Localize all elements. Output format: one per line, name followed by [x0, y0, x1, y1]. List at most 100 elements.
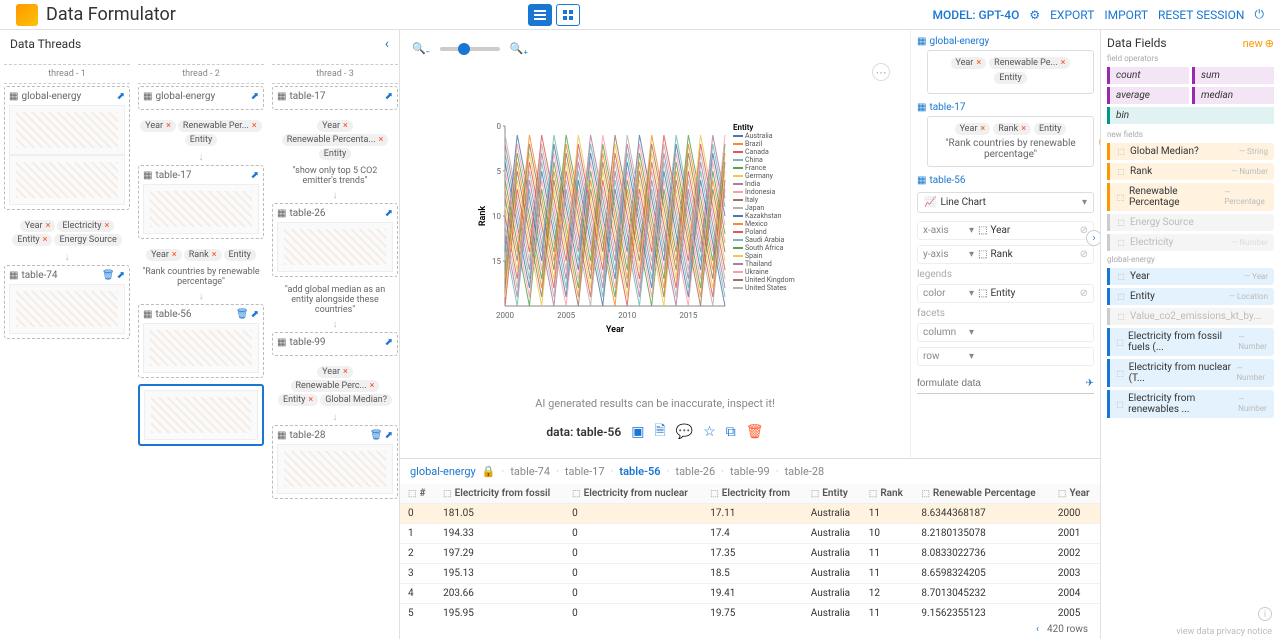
chip-close-icon[interactable]: ×: [1021, 124, 1026, 134]
chip[interactable]: Year×: [146, 249, 182, 261]
field-chip[interactable]: ⬚Electricity— Number: [1107, 234, 1274, 251]
chip-close-icon[interactable]: ×: [212, 250, 217, 260]
thread-card[interactable]: ▦global-energy⬈: [138, 86, 264, 110]
chip-close-icon[interactable]: ×: [980, 124, 985, 134]
chart-icon[interactable]: ⬈: [117, 91, 125, 102]
operator-chip[interactable]: median: [1192, 87, 1274, 104]
table-row[interactable]: 5195.95019.75Australia119.15623551232005: [400, 604, 1100, 621]
chip[interactable]: Electricity×: [57, 220, 114, 232]
chip-close-icon[interactable]: ×: [976, 58, 981, 68]
chip[interactable]: Entity×: [278, 394, 318, 406]
table-row[interactable]: 4203.66019.41Australia128.70130452322004: [400, 584, 1100, 604]
chart-icon[interactable]: ⬈: [117, 270, 125, 281]
chart-icon[interactable]: ⬈: [385, 337, 393, 348]
chip[interactable]: Renewable Pe...×: [989, 57, 1070, 69]
formulate-input[interactable]: [917, 378, 1017, 389]
table-header[interactable]: ⬚Electricity from fossil: [435, 484, 564, 504]
table-tab-root[interactable]: global-energy: [410, 465, 476, 478]
thread-chart-thumb[interactable]: [277, 444, 393, 494]
encoding-row[interactable]: column▾: [917, 323, 1094, 342]
zoom-slider[interactable]: [440, 47, 500, 51]
chip[interactable]: Year×: [317, 366, 353, 378]
chip[interactable]: Year×: [317, 120, 353, 132]
chart-icon[interactable]: ⬈: [251, 309, 259, 320]
table-tab[interactable]: table-74: [510, 465, 550, 478]
thread-card[interactable]: ▦table-26⬈: [272, 203, 398, 277]
encoding-row[interactable]: x-axis▾⬚Year⊘: [917, 221, 1094, 240]
chip-close-icon[interactable]: ×: [43, 235, 48, 245]
clear-icon[interactable]: ⊘: [1080, 249, 1088, 260]
thread-chart-thumb[interactable]: [9, 155, 125, 205]
chip[interactable]: Rank×: [184, 249, 222, 261]
reset-session-link[interactable]: RESET SESSION: [1158, 8, 1244, 22]
thread-card-selected[interactable]: [138, 384, 264, 446]
code-icon[interactable]: ▣: [631, 424, 644, 440]
chip-close-icon[interactable]: ×: [343, 367, 348, 377]
privacy-link[interactable]: view data privacy notice: [1176, 627, 1272, 637]
chart-icon[interactable]: ⬈: [385, 91, 393, 102]
field-chip[interactable]: ⬚Entity— Location: [1107, 288, 1274, 305]
chart-icon[interactable]: ⬈: [251, 170, 259, 181]
table-header[interactable]: ⬚Entity: [803, 484, 861, 504]
chip[interactable]: Entity: [224, 249, 256, 261]
doc-icon[interactable]: 🗎: [655, 420, 666, 444]
zoom-out-icon[interactable]: 🔍₋: [412, 42, 430, 55]
thread-card[interactable]: ▦table-28🗑⬈: [272, 425, 398, 499]
table-header[interactable]: ⬚Rank: [861, 484, 914, 504]
expand-encoding-icon[interactable]: ›: [1086, 230, 1100, 246]
thread-card[interactable]: ▦table-17⬈: [138, 165, 264, 239]
more-icon[interactable]: ⋯: [872, 63, 890, 81]
table-header[interactable]: ⬚Renewable Percentage: [913, 484, 1050, 504]
encoding-row[interactable]: row▾: [917, 347, 1094, 366]
chip[interactable]: Renewable Per...×: [178, 120, 262, 132]
copy-icon[interactable]: ⧉: [726, 424, 736, 440]
power-icon[interactable]: ⏻: [1255, 7, 1265, 22]
import-link[interactable]: IMPORT: [1104, 8, 1148, 22]
send-icon[interactable]: ✈: [1086, 378, 1094, 389]
field-chip[interactable]: ⬚Electricity from fossil fuels (...— Num…: [1107, 328, 1274, 356]
table-row[interactable]: 2197.29017.35Australia118.08330227362002: [400, 544, 1100, 564]
table-header[interactable]: ⬚Electricity from nuclear: [564, 484, 702, 504]
thread-card[interactable]: ▦table-99⬈: [272, 332, 398, 356]
crumb-label[interactable]: ▦global-energy: [917, 36, 1094, 47]
encoding-row[interactable]: y-axis▾⬚Rank⊘: [917, 245, 1094, 264]
table-row[interactable]: 0181.05017.11Australia118.63443681872000: [400, 504, 1100, 524]
table-header[interactable]: ⬚#: [400, 484, 435, 504]
chip[interactable]: Year×: [955, 123, 991, 135]
chip[interactable]: Year×: [20, 220, 56, 232]
export-link[interactable]: EXPORT: [1050, 8, 1094, 22]
field-chip[interactable]: ⬚Electricity from nuclear (T...— Number: [1107, 359, 1274, 387]
table-tab[interactable]: table-99: [730, 465, 770, 478]
grid-view-button[interactable]: [556, 4, 580, 26]
clear-icon[interactable]: ⊘: [1080, 288, 1088, 299]
chip[interactable]: Energy Source: [54, 234, 121, 246]
mark-select[interactable]: 📈Line Chart ▾: [917, 192, 1094, 213]
chip[interactable]: Rank×: [993, 123, 1031, 135]
prev-page-icon[interactable]: ‹: [1036, 624, 1039, 635]
field-chip[interactable]: ⬚Year— Year: [1107, 268, 1274, 285]
field-chip[interactable]: ⬚Global Median?— String: [1107, 143, 1274, 160]
table-tab[interactable]: table-56: [619, 465, 660, 478]
table-tab[interactable]: table-28: [785, 465, 825, 478]
chip[interactable]: Renewable Perc...×: [291, 380, 380, 392]
delete-icon[interactable]: 🗑: [746, 424, 764, 440]
chart-icon[interactable]: ⬈: [385, 208, 393, 219]
thread-card[interactable]: ▦table-17⬈: [272, 86, 398, 110]
operator-chip[interactable]: count: [1107, 67, 1189, 84]
field-chip[interactable]: ⬚Rank— Number: [1107, 163, 1274, 180]
field-chip[interactable]: ⬚Value_co2_emissions_kt_by...: [1107, 308, 1274, 325]
chart-icon[interactable]: ⬈: [385, 430, 393, 441]
new-field-button[interactable]: new ⊕: [1243, 37, 1274, 50]
table-tab[interactable]: table-17: [565, 465, 605, 478]
chip-close-icon[interactable]: ×: [378, 135, 383, 145]
thread-chart-thumb[interactable]: [277, 222, 393, 272]
chip-close-icon[interactable]: ×: [252, 121, 257, 131]
chip-close-icon[interactable]: ×: [104, 221, 109, 231]
chip[interactable]: Year×: [140, 120, 176, 132]
list-view-button[interactable]: [528, 4, 552, 26]
zoom-in-icon[interactable]: 🔍₊: [510, 42, 528, 55]
delete-icon[interactable]: 🗑: [102, 270, 115, 281]
table-row[interactable]: 3195.13018.5Australia118.65983242052003: [400, 564, 1100, 584]
table-header[interactable]: ⬚Electricity from: [702, 484, 803, 504]
chip-close-icon[interactable]: ×: [1061, 58, 1066, 68]
